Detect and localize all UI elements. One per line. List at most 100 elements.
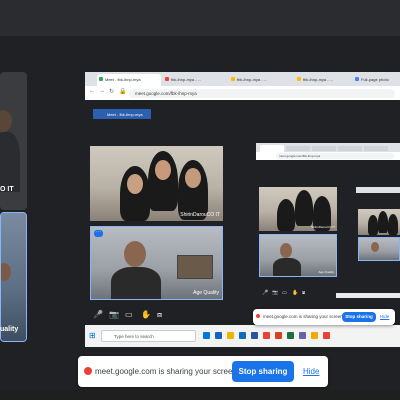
nested-address-row: meet.google.com/fbk-ihnp-mya: [256, 152, 400, 160]
nested-video-tile-group[interactable]: ShirinDarouCO IT: [259, 187, 337, 231]
tab-meet-2[interactable]: fbk-ihnp-mya - ...: [163, 74, 227, 86]
nested-tab[interactable]: [286, 146, 310, 151]
camera-icon[interactable]: 📷: [109, 310, 119, 319]
participant-face: [371, 242, 379, 252]
deeper-nested-window: [356, 187, 400, 275]
participant: [388, 214, 398, 235]
chrome-icon[interactable]: [263, 332, 270, 339]
left-tile-bottom-label: uality: [0, 326, 19, 333]
nested-address-bar[interactable]: meet.google.com/fbk-ihnp-mya: [276, 153, 394, 159]
nested-mic-icon[interactable]: 🎤: [262, 290, 268, 296]
participant-body: [111, 267, 161, 299]
participant-3-face: [185, 168, 201, 188]
nested-taskbar: [336, 293, 400, 298]
nested-captions-icon[interactable]: ▭: [282, 290, 287, 296]
participant-body: [273, 258, 301, 276]
sharing-dot-icon: [84, 367, 92, 375]
hide-link[interactable]: Hide: [380, 314, 389, 319]
mic-icon[interactable]: 🎤: [93, 310, 103, 319]
tab-label: Meet - fbk-ihnp-mya: [105, 77, 141, 82]
nested-hand-icon[interactable]: ✋: [292, 290, 298, 296]
participant-face: [0, 110, 12, 132]
meet-icon: [165, 77, 169, 81]
meet-icon: [99, 77, 103, 81]
participant-face: [124, 241, 146, 267]
sharing-dot-icon: [256, 314, 260, 318]
windows-start-icon[interactable]: ⊞: [89, 331, 96, 340]
tab-meet-4[interactable]: fbk-ihnp-mya - ...: [295, 74, 351, 86]
share-banner-text: meet.google.com is sharing your screen.: [95, 367, 240, 376]
meet-icon: [231, 77, 235, 81]
room-background: [359, 238, 399, 260]
taskbar-search[interactable]: Type here to search: [101, 330, 196, 342]
participant: [368, 215, 378, 235]
video-tile-man[interactable]: ⋯ Age Quality: [90, 226, 223, 300]
deeper-tab-bar: [356, 187, 400, 193]
left-tile-bottom: [0, 212, 27, 342]
participant-name: Age Quality: [318, 270, 334, 274]
nested-tab[interactable]: [312, 146, 336, 151]
address-row: ← → ↻ 🔒 meet.google.com/fbk-ihnp-mya: [85, 86, 400, 100]
chrome-icon-2[interactable]: [323, 332, 330, 339]
edge-icon[interactable]: [203, 332, 210, 339]
meet-icon: [297, 77, 301, 81]
tab-label: fbk-ihnp-mya - ...: [237, 77, 268, 82]
outlook-icon[interactable]: [239, 332, 246, 339]
participant-1-face: [127, 174, 143, 194]
share-banner-text: meet.google.com is sharing your screen.: [263, 314, 345, 319]
video-tile-group[interactable]: ShirinDarouCO IT: [90, 146, 223, 221]
teams-icon[interactable]: [299, 332, 306, 339]
tab-meet[interactable]: Meet - fbk-ihnp-mya: [97, 74, 161, 86]
stop-sharing-button[interactable]: Stop sharing: [342, 312, 376, 322]
reload-icon[interactable]: ↻: [109, 88, 114, 95]
hide-link[interactable]: Hide: [303, 367, 319, 376]
top-background: [0, 0, 400, 36]
tab-label: fbk-ihnp-mya - ...: [303, 77, 334, 82]
bookmark-meet[interactable]: Meet - fbk-ihnp-mya: [93, 109, 151, 119]
address-bar[interactable]: meet.google.com/fbk-ihnp-mya: [129, 89, 395, 98]
app-icon[interactable]: [311, 332, 318, 339]
wall-picture: [177, 255, 213, 279]
participant-1: [277, 199, 295, 231]
meet-screen: O IT O IT uality Meet - fbk-ihnp-mya fbk…: [0, 0, 400, 400]
photo-icon: [355, 77, 359, 81]
participant-name: Age Quality: [193, 290, 219, 296]
lock-icon: 🔒: [119, 89, 127, 95]
nested-tab[interactable]: [364, 146, 388, 151]
excel-icon[interactable]: [287, 332, 294, 339]
deeper-video-tile-man[interactable]: [358, 237, 400, 261]
participant-face: [280, 243, 292, 258]
bottom-taskbar-strip: [0, 390, 400, 400]
participant-2-face: [155, 160, 171, 180]
share-banner-small: meet.google.com is sharing your screen. …: [253, 309, 395, 325]
nested-tab-bar: [256, 143, 400, 152]
share-banner: meet.google.com is sharing your screen. …: [78, 356, 328, 387]
raise-hand-icon[interactable]: ✋: [141, 310, 151, 319]
tab-bar: Meet - fbk-ihnp-mya fbk-ihnp-mya - ... f…: [85, 72, 400, 86]
participant: [378, 211, 388, 233]
tab-photo[interactable]: Full-page photo: [353, 74, 400, 86]
task-view-icon[interactable]: [215, 332, 222, 339]
left-tile-top-label: O IT: [0, 186, 14, 193]
participant-name: ShirinDarouCO IT: [180, 212, 220, 218]
present-icon[interactable]: ⧈: [157, 310, 162, 320]
tab-meet-3[interactable]: fbk-ihnp-mya - ...: [229, 74, 293, 86]
windows-taskbar: ⊞ Type here to search: [85, 325, 400, 347]
nested-tab[interactable]: [260, 145, 284, 152]
more-options-icon[interactable]: ⋯: [94, 230, 103, 237]
stop-sharing-button[interactable]: Stop sharing: [232, 361, 294, 382]
forward-icon[interactable]: →: [99, 88, 105, 94]
file-explorer-icon[interactable]: [227, 332, 234, 339]
deeper-video-tile-group[interactable]: [358, 209, 400, 235]
word-icon[interactable]: [251, 332, 258, 339]
powerpoint-icon[interactable]: [275, 332, 282, 339]
back-icon[interactable]: ←: [89, 88, 95, 94]
nested-browser-window: meet.google.com/fbk-ihnp-mya ShirinDarou…: [256, 143, 400, 308]
captions-icon[interactable]: ▭: [125, 310, 133, 319]
participant-body: [0, 132, 20, 192]
tab-label: fbk-ihnp-mya - ...: [171, 77, 202, 82]
nested-camera-icon[interactable]: 📷: [272, 290, 278, 296]
nested-video-tile-man[interactable]: Age Quality: [259, 234, 337, 277]
nested-tab[interactable]: [338, 146, 362, 151]
nested-present-icon[interactable]: ⧈: [302, 290, 305, 296]
